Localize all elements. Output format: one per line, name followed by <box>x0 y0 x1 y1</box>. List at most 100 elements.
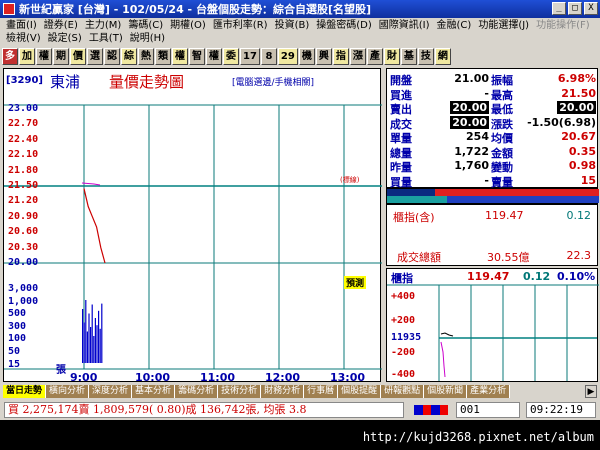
toolbar-button[interactable]: 權 <box>36 47 52 65</box>
quote-row: 單量 254 均價 20.67 <box>387 130 599 145</box>
quote-value: 15 <box>580 173 596 187</box>
index-bar <box>386 188 599 204</box>
menu-tools[interactable]: 工具(T) <box>87 32 128 46</box>
menu-intl-info[interactable]: 國際資訊(I) <box>377 19 435 33</box>
window-title: 新世紀贏家 [台灣] - 102/05/24 - 台盤個股走勢：綜合自選股[名望… <box>19 3 371 16</box>
volume-bar <box>86 331 88 363</box>
quote-value: 254 <box>466 130 489 143</box>
toolbar-button[interactable]: 興 <box>315 47 332 65</box>
toolbar-button[interactable]: 技 <box>417 47 434 65</box>
maximize-button[interactable]: □ <box>568 2 582 15</box>
toolbar-button[interactable]: 財 <box>383 47 400 65</box>
analysis-tab[interactable]: 籌碼分析 <box>175 385 219 398</box>
toolbar-button[interactable]: 17 <box>240 47 260 65</box>
toolbar-button[interactable]: 權 <box>206 47 222 65</box>
menu-screen[interactable]: 畫面(I) <box>4 19 42 33</box>
status-bar: 買 2,275,174賣 1,809,579( 0.80)成 136,742張,… <box>0 400 600 420</box>
mini-index-change: 0.12 <box>523 270 551 283</box>
close-button[interactable]: X <box>584 2 598 15</box>
toolbar-button[interactable]: 智 <box>189 47 205 65</box>
analysis-tab[interactable]: 產業分析 <box>467 385 511 398</box>
analysis-tab[interactable]: 研報觀點 <box>381 385 425 398</box>
menu-row-1: 畫面(I) 證券(E) 主力(M) 籌碼(C) 期權(O) 匯市利率(R) 投資… <box>4 19 595 33</box>
toolbar-button[interactable]: 熱 <box>138 47 154 65</box>
toolbar-button[interactable]: 期 <box>53 47 69 65</box>
toolbar-button[interactable]: 29 <box>277 47 298 65</box>
tab-scroll-right-icon[interactable]: ▶ <box>585 385 597 398</box>
market-ticker: 買 2,275,174賣 1,809,579( 0.80)成 136,742張,… <box>4 402 404 418</box>
price-tick: 20.00 <box>8 257 39 268</box>
price-tick: 23.00 <box>8 103 39 114</box>
menu-finance[interactable]: 金融(C) <box>435 19 477 33</box>
menu-function-select[interactable]: 功能選擇(J) <box>476 19 534 33</box>
index-bar-segment <box>447 196 599 203</box>
volume-tick: 50 <box>8 346 21 357</box>
menu-chips[interactable]: 籌碼(C) <box>126 19 168 33</box>
predict-button[interactable]: 預測 <box>344 276 367 289</box>
volume-bar <box>96 325 98 363</box>
minimize-button[interactable]: _ <box>552 2 566 15</box>
status-indicator <box>414 405 448 415</box>
mini-index-line <box>440 332 454 337</box>
menu-invest[interactable]: 投資(B) <box>273 19 315 33</box>
menu-settings[interactable]: 設定(S) <box>46 32 87 46</box>
toolbar-button[interactable]: 類 <box>155 47 171 65</box>
volume-bar <box>82 309 84 363</box>
analysis-tabs: 當日走勢 橫向分析 深度分析 基本分析 籌碼分析 技術分析 財務分析 行事曆 個股提醒 研報觀點個… <box>3 385 597 398</box>
analysis-tab[interactable]: 橫向分析 <box>46 385 90 398</box>
analysis-tab[interactable]: 行事曆 <box>304 385 339 398</box>
quote-value: 21.50 <box>561 86 596 100</box>
toolbar-button[interactable]: 產 <box>366 47 383 65</box>
volume-bar <box>85 300 87 363</box>
toolbar-button[interactable]: 基 <box>400 47 417 65</box>
analysis-tab[interactable]: 當日走勢 <box>3 385 47 398</box>
toolbar-button[interactable]: 綜 <box>121 47 137 65</box>
volume-bar <box>88 313 90 363</box>
toolbar-button[interactable]: 網 <box>434 47 451 65</box>
analysis-tab[interactable]: 深度分析 <box>89 385 133 398</box>
menu-major[interactable]: 主力(M) <box>83 19 126 33</box>
toolbar-button[interactable]: 委 <box>223 47 239 65</box>
mini-axis-tick: +400 <box>391 291 416 302</box>
price-tick: 20.60 <box>8 226 39 238</box>
analysis-tab[interactable]: 個股提醒 <box>338 385 382 398</box>
toolbar-button[interactable]: 機 <box>298 47 315 65</box>
toolbar-button[interactable]: 認 <box>104 47 120 65</box>
price-tick: 21.50 <box>8 180 39 191</box>
menu-function-op[interactable]: 功能操作(F) <box>534 19 595 33</box>
analysis-tab[interactable]: 個股新聞 <box>424 385 468 398</box>
status-code[interactable]: 001 <box>456 402 520 418</box>
mini-volume-line <box>440 341 446 378</box>
title-bar: 新世紀贏家 [台灣] - 102/05/24 - 台盤個股走勢：綜合自選股[名望… <box>0 0 600 18</box>
mini-index-chart[interactable]: 櫃指 119.47 0.12 0.10% +400 +200 11935 -200 -4… <box>386 268 599 382</box>
volume-tick: 500 <box>8 308 27 320</box>
menu-securities[interactable]: 證券(E) <box>42 19 83 33</box>
toolbar-button[interactable]: 權 <box>172 47 188 65</box>
toolbar-button[interactable]: 多 <box>2 47 18 65</box>
analysis-tab[interactable]: 技術分析 <box>218 385 262 398</box>
menu-row-2: 檢視(V) 設定(S) 工具(T) 說明(H) <box>4 32 170 46</box>
quote-value: 20.00 <box>450 101 489 114</box>
price-tick: 21.80 <box>8 164 39 176</box>
toolbar-button[interactable]: 選 <box>87 47 103 65</box>
toolbar-button[interactable]: 8 <box>260 47 277 65</box>
menu-options[interactable]: 期權(O) <box>168 19 211 33</box>
menu-trading-code[interactable]: 操盤密碼(D) <box>314 19 377 33</box>
mini-chart-plot <box>387 284 599 381</box>
menu-help[interactable]: 說明(H) <box>128 32 170 46</box>
price-line <box>83 188 106 264</box>
toolbar-button[interactable]: 漲 <box>349 47 366 65</box>
toolbar-button[interactable]: 加 <box>19 47 35 65</box>
menu-forex[interactable]: 匯市利率(R) <box>211 19 273 33</box>
toolbar-button[interactable]: 價 <box>70 47 86 65</box>
quote-value: 20.00 <box>557 101 596 114</box>
quote-row: 買量 - 賣量 15 <box>387 173 599 189</box>
price-volume-chart[interactable]: [3290] 東浦 量價走勢圖 [電腦選邊/手機相關] 23.00 22.70 22… <box>3 68 382 384</box>
analysis-tab[interactable]: 基本分析 <box>132 385 176 398</box>
time-tick: 11:00 <box>200 371 236 384</box>
menu-view[interactable]: 檢視(V) <box>4 32 46 46</box>
toolbar-button[interactable]: 指 <box>332 47 349 65</box>
analysis-tab[interactable]: 財務分析 <box>261 385 305 398</box>
average-line <box>81 182 101 186</box>
quote-row: 賣出 20.00 最低 20.00 <box>387 101 599 116</box>
